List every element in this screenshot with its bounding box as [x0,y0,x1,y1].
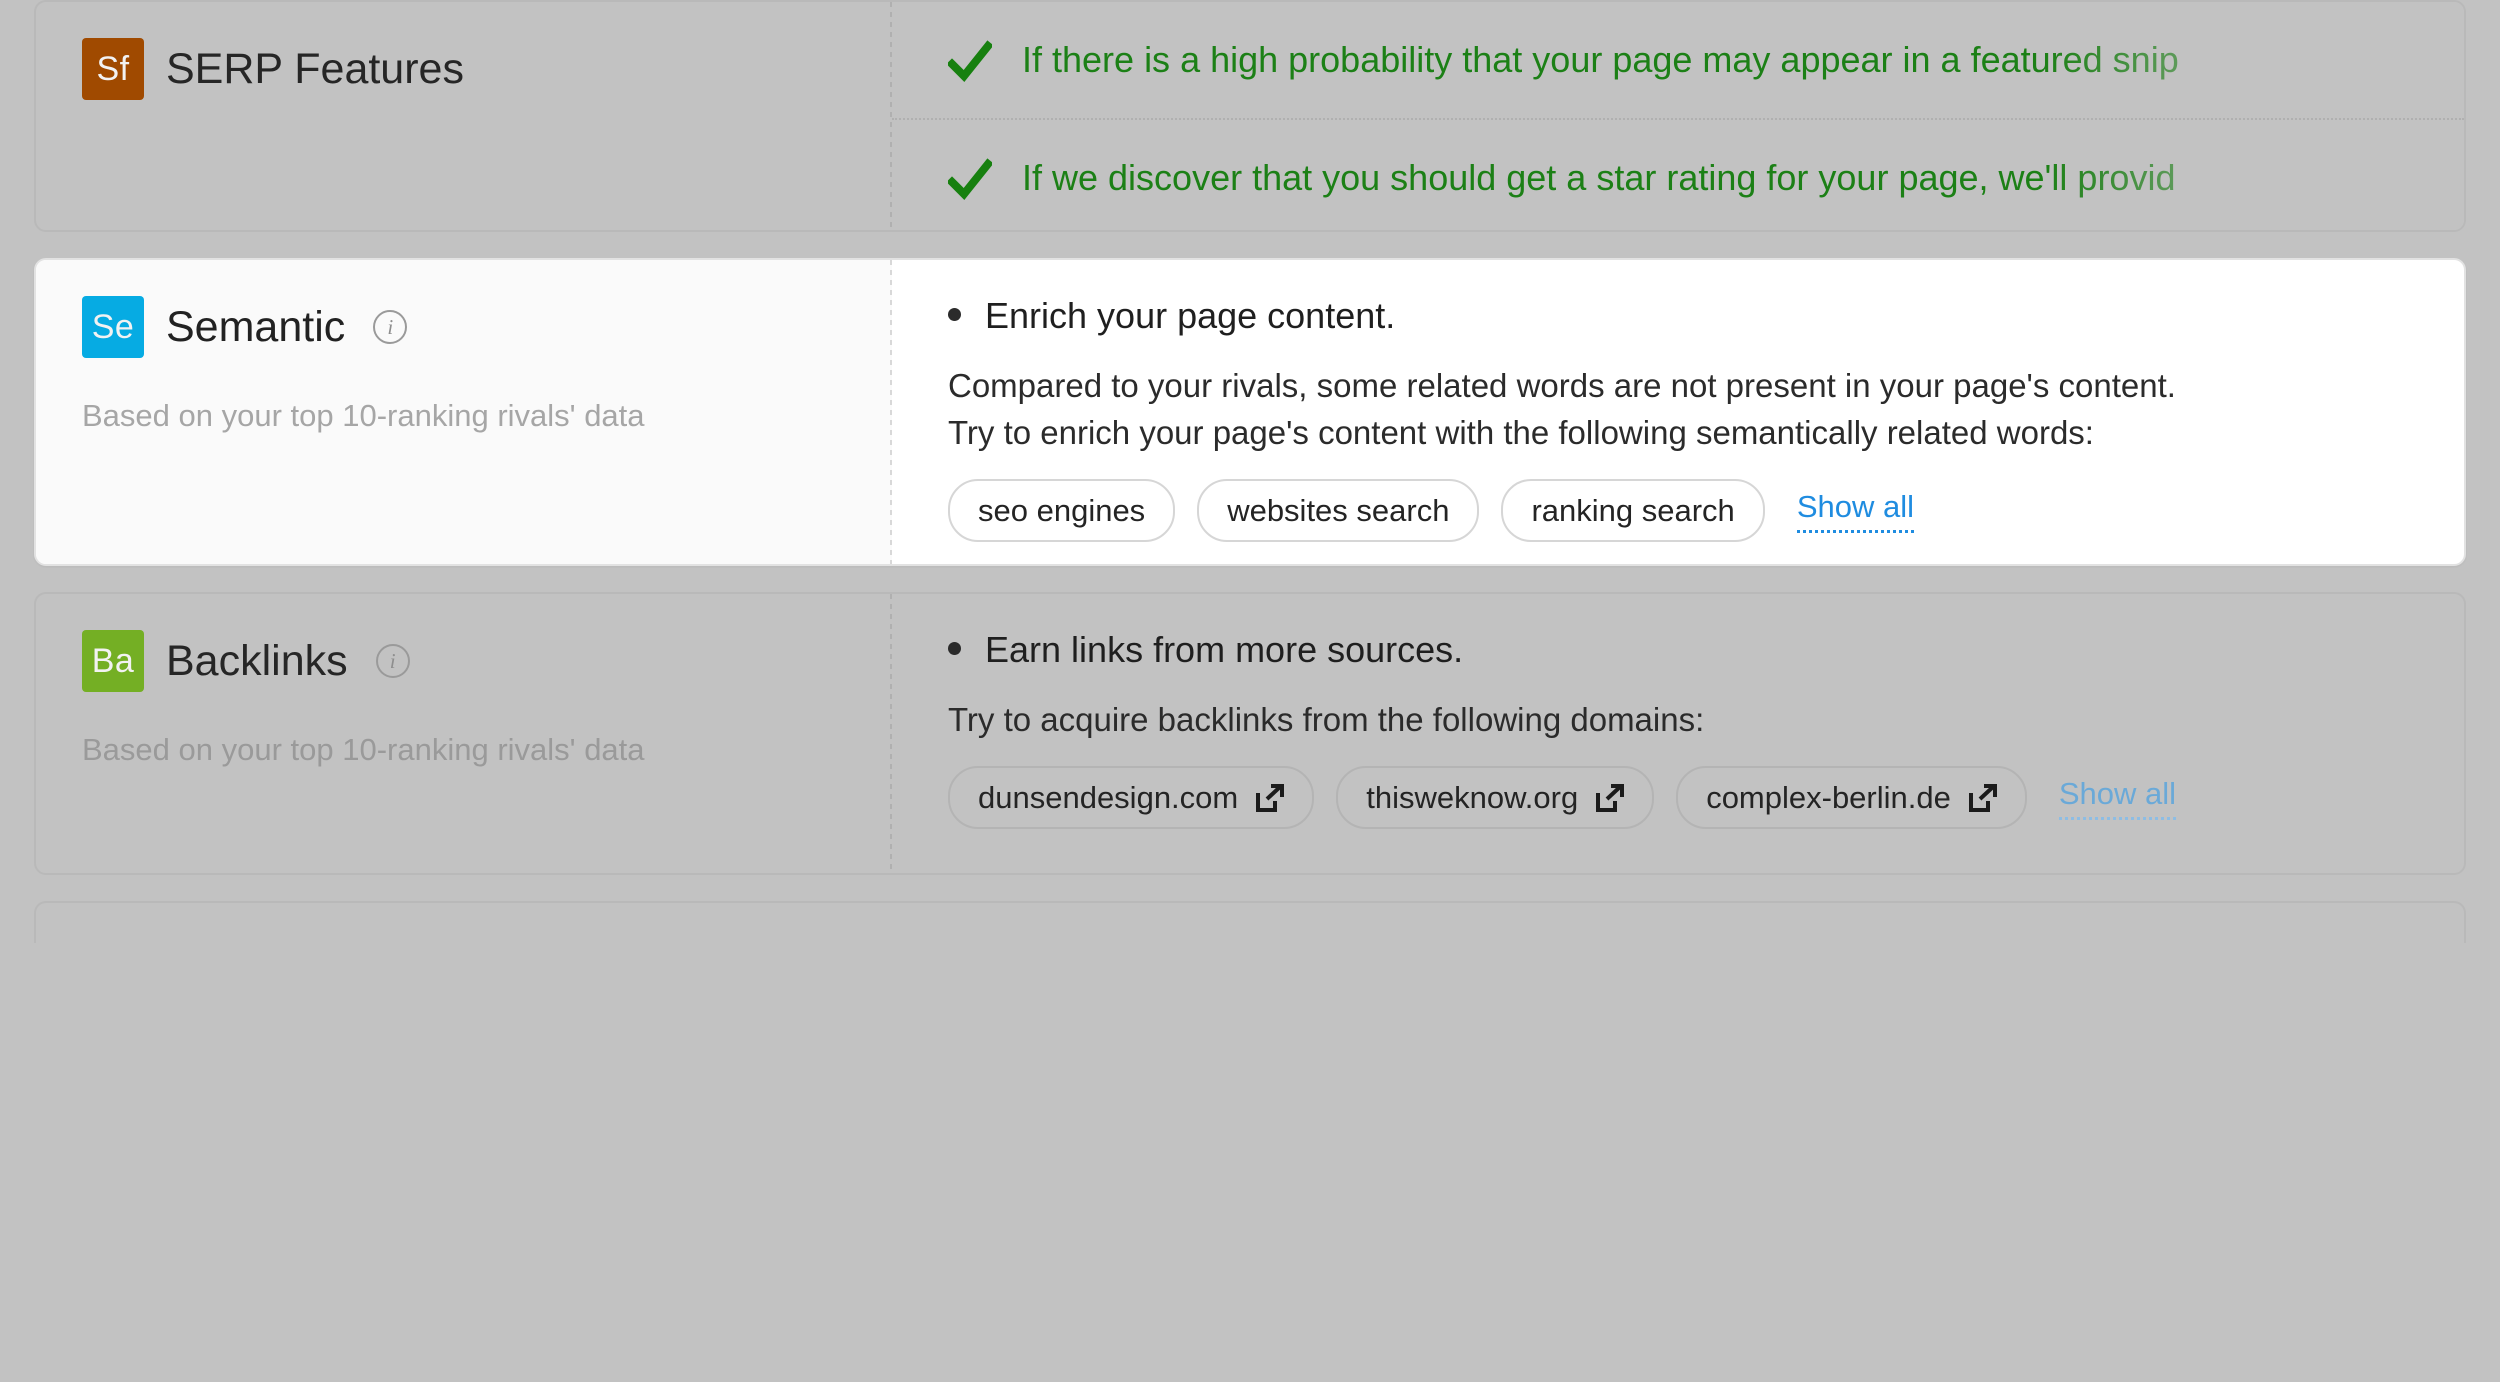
serp-check-row-1: If there is a high probability that your… [892,2,2464,118]
semantic-show-all-link[interactable]: Show all [1796,489,1914,533]
semantic-chip[interactable]: websites search [1197,478,1480,543]
backlinks-chip-list: dunsendesign.com thisweknow.org complex-… [948,766,2464,830]
backlinks-badge-label: Ba [91,641,135,680]
semantic-content: Enrich your page content. Compared to yo… [892,260,2464,564]
semantic-title: Semantic [166,302,346,351]
serp-check-row-2: If we discover that you should get a sta… [892,118,2464,230]
card-semantic-header: Se Semantic i [82,296,852,358]
backlinks-domain-label: thisweknow.org [1366,780,1579,816]
check-mark-icon [948,38,992,86]
semantic-chip[interactable]: ranking search [1501,478,1765,543]
backlinks-domain-label: complex-berlin.de [1706,780,1951,816]
external-link-icon [1594,783,1625,813]
backlinks-title: Backlinks [166,636,348,685]
serp-features-title: SERP Features [166,44,464,93]
card-semantic-right: Enrich your page content. Compared to yo… [892,260,2464,564]
card-next-partial [34,901,2466,943]
backlinks-domain-chip[interactable]: dunsendesign.com [948,766,1315,830]
semantic-body-line-1: Compared to your rivals, some related wo… [948,367,2176,405]
serp-check-text-1: If there is a high probability that your… [1022,39,2179,80]
bullet-dot-icon [948,642,961,655]
backlinks-bullet: Earn links from more sources. [948,628,2464,671]
backlinks-domain-chip[interactable]: thisweknow.org [1336,766,1655,830]
card-backlinks-right: Earn links from more sources. Try to acq… [892,594,2464,873]
backlinks-subtitle: Based on your top 10-ranking rivals' dat… [82,732,645,767]
card-backlinks: Ba Backlinks i Based on your top 10-rank… [34,592,2466,875]
backlinks-detail-link-label: See detailed analysis [997,869,1309,873]
semantic-chip[interactable]: seo engines [948,478,1176,543]
card-serp-features: Sf SERP Features If there is a high prob… [34,0,2466,232]
semantic-body-line-2: Try to enrich your page's content with t… [948,414,2094,452]
semantic-bullet: Enrich your page content. [948,294,2464,337]
backlinks-body-line-1: Try to acquire backlinks from the follow… [948,701,1705,739]
backlinks-bullet-text: Earn links from more sources. [985,629,1464,670]
backlinks-domain-chip[interactable]: complex-berlin.de [1676,766,2027,830]
external-link-icon [1967,783,1997,813]
table-grid-icon [948,872,980,873]
check-mark-icon [948,156,992,204]
card-backlinks-left: Ba Backlinks i Based on your top 10-rank… [36,594,892,873]
card-semantic: Se Semantic i Based on your top 10-ranki… [34,258,2466,566]
card-serp-features-left: Sf SERP Features [36,2,892,230]
semantic-badge: Se [82,296,144,358]
semantic-badge-label: Se [91,307,135,346]
card-serp-features-right: If there is a high probability that your… [892,2,2464,230]
recommendations-panel: Sf SERP Features If there is a high prob… [0,0,2500,1382]
info-icon[interactable]: i [375,644,410,678]
card-semantic-left: Se Semantic i Based on your top 10-ranki… [36,260,892,564]
backlinks-content: Earn links from more sources. Try to acq… [892,594,2464,873]
serp-features-badge: Sf [82,38,144,100]
semantic-chip-list: seo engines websites search ranking sear… [948,478,2464,543]
serp-features-badge-label: Sf [96,49,130,88]
card-serp-features-header: Sf SERP Features [82,38,852,100]
external-link-icon [1254,783,1285,813]
backlinks-badge: Ba [82,630,144,692]
card-backlinks-header: Ba Backlinks i [82,630,852,692]
backlinks-see-detailed-analysis-link[interactable]: See detailed analysis [948,869,1309,873]
backlinks-domain-label: dunsendesign.com [978,780,1239,816]
info-icon[interactable]: i [373,310,408,344]
semantic-bullet-text: Enrich your page content. [985,295,1396,336]
serp-check-text-2: If we discover that you should get a sta… [1022,157,2176,198]
bullet-dot-icon [948,308,961,321]
semantic-subtitle: Based on your top 10-ranking rivals' dat… [82,398,645,433]
backlinks-show-all-link[interactable]: Show all [2058,776,2177,820]
